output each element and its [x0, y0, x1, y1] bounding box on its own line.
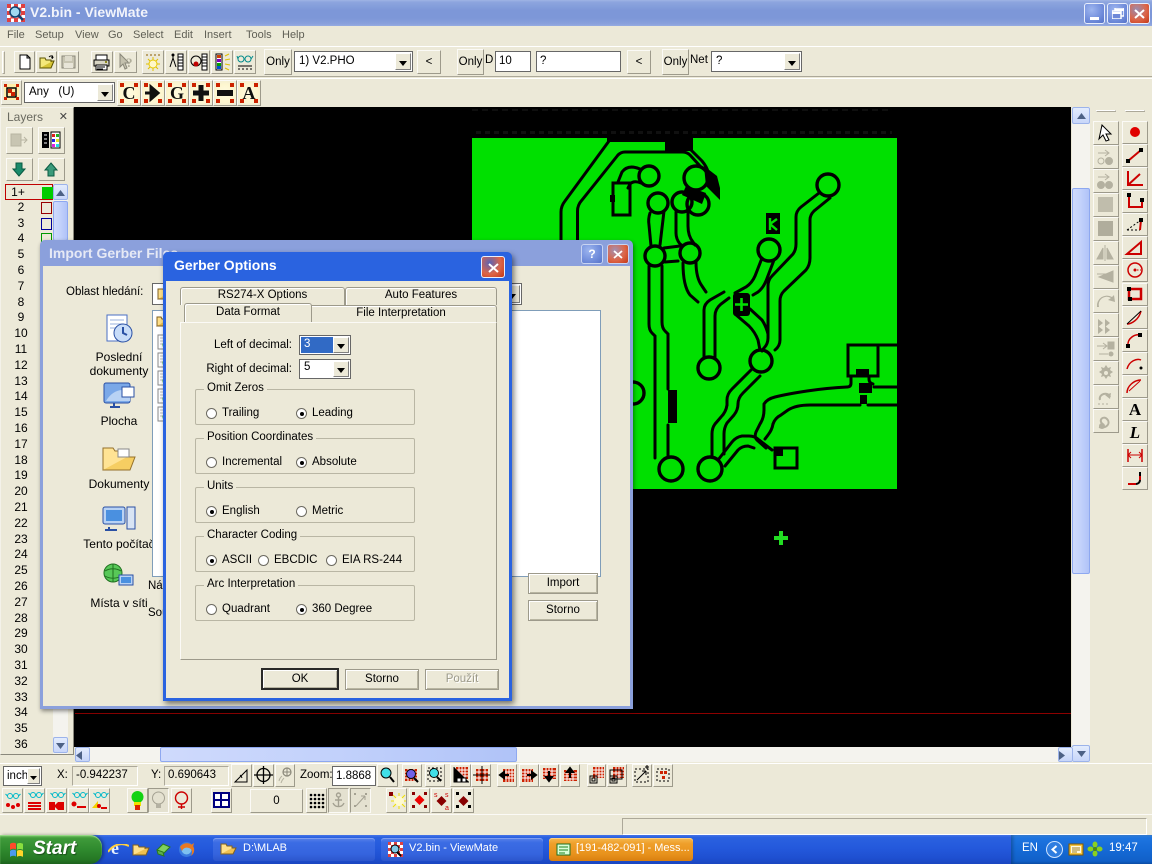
svg-text:s: s — [445, 792, 449, 799]
svg-text:a: a — [445, 805, 449, 812]
svg-text:?: ? — [126, 55, 133, 70]
svg-text:s: s — [434, 792, 438, 799]
